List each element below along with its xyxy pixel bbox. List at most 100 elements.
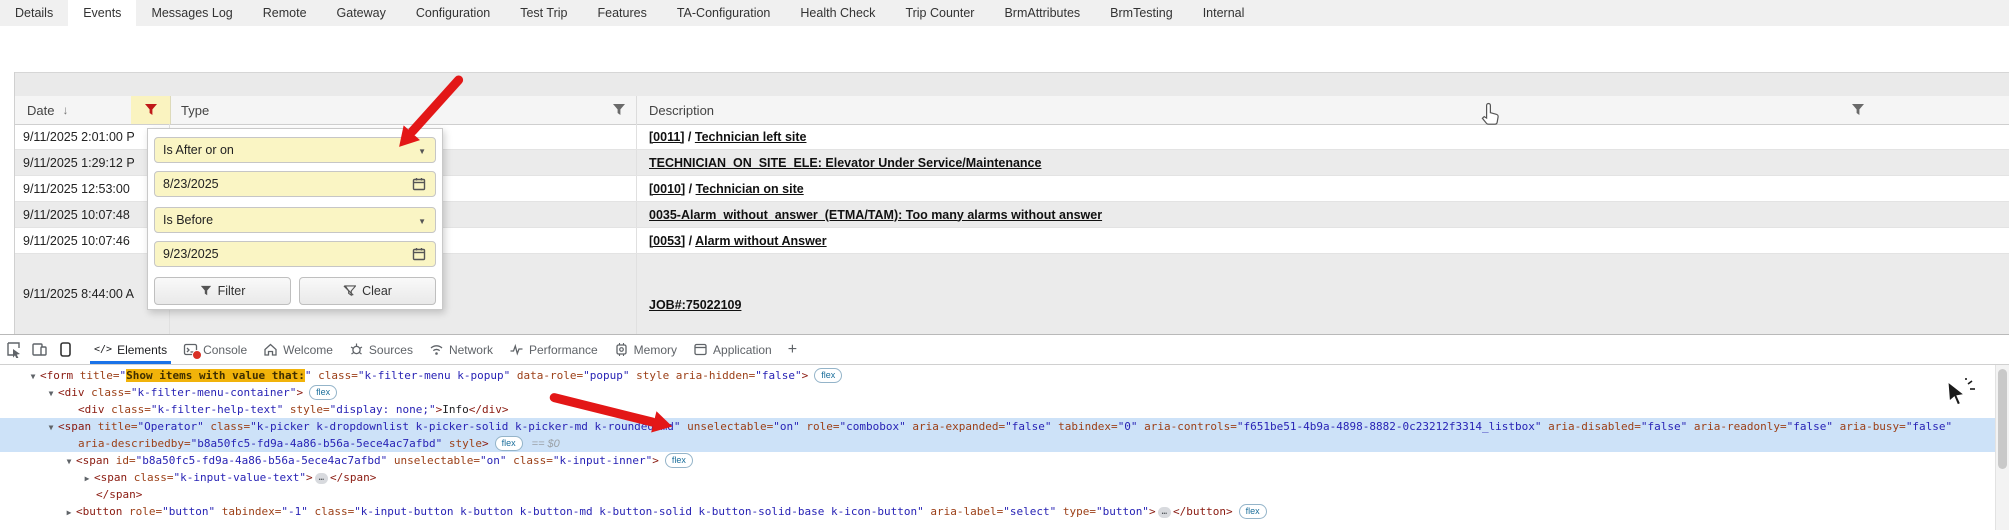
tab-brmattributes[interactable]: BrmAttributes: [989, 0, 1095, 26]
active-filter-funnel-icon: [144, 103, 158, 117]
devtools-code-line[interactable]: ▶<button role="button" tabindex="-1" cla…: [0, 503, 1996, 520]
devtools-code-line[interactable]: aria-describedby="b8a50fc5-fd9a-4a86-b56…: [0, 435, 1996, 452]
chevron-down-icon[interactable]: ▼: [418, 147, 426, 156]
flex-badge[interactable]: flex: [495, 436, 523, 451]
column-header-date[interactable]: Date ↓: [15, 96, 131, 124]
devtools-tab-network[interactable]: Network: [421, 335, 501, 364]
code-token: "on": [773, 420, 800, 433]
tab-brmtesting[interactable]: BrmTesting: [1095, 0, 1188, 26]
devtools-code-line[interactable]: ▼<div class="k-filter-menu-container">fl…: [0, 384, 1996, 401]
event-text-link[interactable]: Technician on site: [696, 182, 804, 196]
description-filter-button[interactable]: [1851, 103, 1865, 120]
event-description: TECHNICIAN ON SITE ELE: Elevator Under S…: [637, 156, 2009, 170]
tab-test-trip[interactable]: Test Trip: [505, 0, 582, 26]
device-toolbar-button[interactable]: [26, 337, 52, 363]
devtools-tab-performance[interactable]: Performance: [501, 335, 606, 364]
devtools-tab-application[interactable]: Application: [685, 335, 780, 364]
devtools-code-line[interactable]: ▼<span title="Operator" class="k-picker …: [0, 418, 1996, 435]
event-code-link[interactable]: [0053]: [649, 234, 685, 248]
expanded-arrow-icon[interactable]: ▼: [26, 368, 40, 384]
event-text-link[interactable]: 0035-Alarm without answer (ETMA/TAM): To…: [649, 208, 1102, 222]
code-token: <span: [58, 420, 91, 433]
inspect-element-button[interactable]: [0, 337, 26, 363]
code-token: >: [482, 437, 489, 450]
event-text-link[interactable]: Alarm without Answer: [695, 234, 827, 248]
filter-date-2-input[interactable]: 9/23/2025: [154, 241, 436, 267]
devtools-more-tabs-button[interactable]: +: [780, 335, 805, 364]
job-number-link[interactable]: JOB#:75022109: [649, 296, 2009, 315]
tab-internal[interactable]: Internal: [1188, 0, 1260, 26]
code-token: >: [1149, 505, 1156, 518]
event-text-link[interactable]: Technician left site: [695, 130, 807, 144]
expand-ellipsis-button[interactable]: …: [1158, 507, 1171, 518]
filter-apply-button[interactable]: Filter: [154, 277, 291, 305]
devtools-tab-sources[interactable]: Sources: [341, 335, 421, 364]
date-filter-button[interactable]: [131, 96, 171, 124]
scrollbar-thumb[interactable]: [1998, 369, 2007, 469]
code-token: ": [305, 369, 312, 382]
expanded-arrow-icon[interactable]: ▼: [44, 419, 58, 435]
calendar-icon[interactable]: [412, 177, 426, 193]
filter-date-1-input[interactable]: 8/23/2025: [154, 171, 436, 197]
event-code-link[interactable]: [0011]: [649, 130, 684, 144]
devtools-tab-welcome[interactable]: Welcome: [255, 335, 341, 364]
filter-operator-2-dropdown[interactable]: Is Before ▼: [154, 207, 436, 233]
chevron-down-icon[interactable]: ▼: [418, 217, 426, 226]
expanded-arrow-icon[interactable]: ▼: [62, 453, 76, 469]
focus-page-button[interactable]: [52, 337, 78, 363]
code-token: tabindex=: [1051, 420, 1117, 433]
flex-badge[interactable]: flex: [1239, 504, 1267, 519]
devtools-code-line[interactable]: ▼<span id="b8a50fc5-fd9a-4a86-b56a-5ece4…: [0, 452, 1996, 469]
event-description: [0011] / Technician left site: [637, 130, 2009, 144]
tab-messages-log[interactable]: Messages Log: [136, 0, 247, 26]
separator: /: [685, 182, 695, 196]
clear-filter-icon: [343, 285, 356, 298]
filter-date-1-value: 8/23/2025: [163, 177, 219, 191]
devtools-code: ▼<form title="Show items with value that…: [0, 365, 1996, 530]
tab-health-check[interactable]: Health Check: [785, 0, 890, 26]
event-code-link[interactable]: [0010]: [649, 182, 685, 196]
calendar-icon[interactable]: [412, 247, 426, 263]
collapsed-arrow-icon[interactable]: ▶: [80, 470, 94, 486]
devtools-tab-console[interactable]: Console: [175, 335, 255, 364]
code-token: class=: [507, 454, 553, 467]
type-filter-button[interactable]: [612, 103, 626, 120]
screenshot-root: Details Events Messages Log Remote Gatew…: [0, 0, 2009, 530]
code-token: >: [296, 386, 303, 399]
event-text-link[interactable]: TECHNICIAN ON SITE ELE: Elevator Under S…: [649, 156, 1041, 170]
expanded-arrow-icon[interactable]: ▼: [44, 385, 58, 401]
flex-badge[interactable]: flex: [814, 368, 842, 383]
tab-configuration[interactable]: Configuration: [401, 0, 505, 26]
devtools-toolbar: </> Elements Console Welcome: [0, 335, 2009, 365]
expand-ellipsis-button[interactable]: …: [315, 473, 328, 484]
flex-badge[interactable]: flex: [665, 453, 693, 468]
devtools-code-line[interactable]: ▶<span class="k-input-value-text">…</spa…: [0, 469, 1996, 486]
column-header-description-label: Description: [649, 103, 714, 118]
devtools-scrollbar[interactable]: [1995, 365, 2009, 530]
code-token: "-1": [281, 505, 308, 518]
application-icon: [693, 342, 708, 357]
devtools-code-line[interactable]: <div class="k-filter-help-text" style="d…: [0, 401, 1996, 418]
column-header-date-label: Date: [27, 103, 54, 118]
devtools-tab-memory[interactable]: Memory: [606, 335, 685, 364]
column-header-type[interactable]: Type: [171, 96, 637, 124]
code-token: aria-disabled=: [1542, 420, 1641, 433]
flex-badge[interactable]: flex: [309, 385, 337, 400]
filter-clear-button[interactable]: Clear: [299, 277, 436, 305]
sort-descending-icon[interactable]: ↓: [62, 103, 68, 117]
devtools-tab-elements[interactable]: </> Elements: [86, 335, 175, 364]
devtools-code-line[interactable]: </span>: [0, 486, 1996, 503]
column-header-description[interactable]: Description: [637, 96, 2009, 124]
tab-features[interactable]: Features: [582, 0, 661, 26]
network-wifi-icon: [429, 342, 444, 357]
tab-remote[interactable]: Remote: [248, 0, 322, 26]
code-token: <div: [58, 386, 85, 399]
tab-events[interactable]: Events: [68, 0, 136, 26]
tab-details[interactable]: Details: [0, 0, 68, 26]
tab-gateway[interactable]: Gateway: [322, 0, 401, 26]
tab-trip-counter[interactable]: Trip Counter: [890, 0, 989, 26]
tab-ta-configuration[interactable]: TA-Configuration: [662, 0, 786, 26]
code-token: <button: [76, 505, 122, 518]
devtools-code-line[interactable]: ▼<form title="Show items with value that…: [0, 367, 1996, 384]
collapsed-arrow-icon[interactable]: ▶: [62, 504, 76, 520]
